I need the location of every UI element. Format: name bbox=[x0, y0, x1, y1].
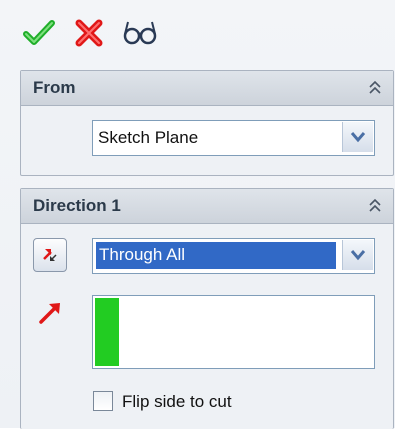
selection-list-box[interactable] bbox=[92, 295, 375, 369]
dropdown-button[interactable] bbox=[342, 122, 373, 152]
end-condition-value: Through All bbox=[96, 242, 336, 269]
ok-button[interactable] bbox=[22, 16, 56, 50]
from-group-title: From bbox=[33, 78, 76, 97]
reverse-direction-button[interactable] bbox=[33, 238, 67, 272]
direction1-group-title: Direction 1 bbox=[33, 196, 121, 215]
x-icon bbox=[75, 19, 103, 47]
flip-side-to-cut-checkbox[interactable] bbox=[93, 391, 113, 411]
start-condition-value: Sketch Plane bbox=[98, 128, 199, 147]
double-chevron-up-icon[interactable] bbox=[367, 197, 383, 213]
eyeglasses-icon bbox=[123, 21, 157, 45]
chevron-down-icon bbox=[350, 250, 366, 261]
detailed-preview-button[interactable] bbox=[122, 16, 157, 50]
check-icon bbox=[23, 20, 55, 45]
flip-side-to-cut-label[interactable]: Flip side to cut bbox=[122, 392, 232, 412]
color-indicator bbox=[95, 298, 119, 366]
property-manager-panel: From Sketch Plane Direction 1 Through Al… bbox=[0, 0, 395, 429]
chevron-down-icon bbox=[350, 132, 366, 143]
flip-side-to-cut-row[interactable]: Flip side to cut bbox=[92, 390, 352, 414]
start-condition-select[interactable]: Sketch Plane bbox=[92, 120, 375, 156]
end-condition-select[interactable]: Through All bbox=[92, 238, 375, 274]
confirmation-toolbar bbox=[0, 0, 395, 66]
from-group-header[interactable]: From bbox=[21, 71, 393, 106]
double-chevron-up-icon[interactable] bbox=[367, 79, 383, 95]
cancel-button[interactable] bbox=[72, 16, 106, 50]
dropdown-button[interactable] bbox=[342, 240, 373, 270]
reverse-direction-icon bbox=[43, 249, 57, 261]
direction-arrow-icon bbox=[36, 298, 66, 328]
direction1-group-header[interactable]: Direction 1 bbox=[21, 189, 393, 224]
